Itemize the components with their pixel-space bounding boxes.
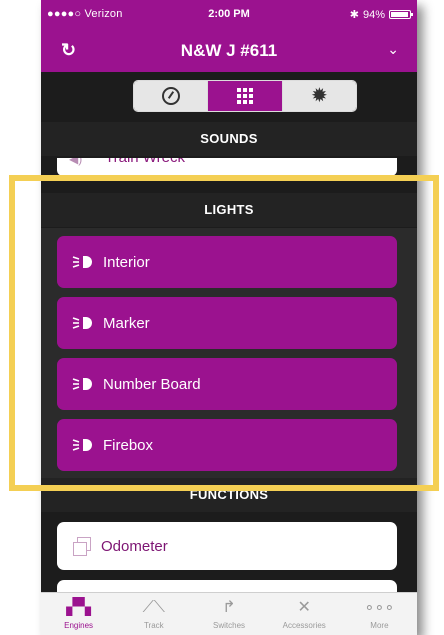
switch-icon: ↱ bbox=[222, 599, 236, 616]
tab-switches[interactable]: ↱ Switches bbox=[191, 593, 266, 635]
headlight-icon bbox=[72, 378, 92, 390]
light-button-interior[interactable]: Interior bbox=[57, 236, 397, 288]
segment-grid[interactable] bbox=[207, 81, 283, 111]
headlight-icon bbox=[72, 317, 92, 329]
headlight-icon bbox=[72, 256, 92, 268]
light-label: Number Board bbox=[103, 375, 201, 393]
gauge-icon bbox=[161, 87, 180, 105]
copy-icon bbox=[73, 537, 91, 556]
more-icon: ∘∘∘ bbox=[364, 599, 395, 616]
light-button-number-board[interactable]: Number Board bbox=[57, 358, 397, 410]
bluetooth-icon: ✱ bbox=[349, 9, 359, 21]
function-label: Odometer bbox=[101, 537, 168, 555]
tab-label: Accessories bbox=[282, 621, 326, 630]
view-segmented-control: ✹ bbox=[133, 80, 357, 112]
light-button-marker[interactable]: Marker bbox=[57, 297, 397, 349]
accessory-icon: ✕ bbox=[297, 599, 311, 616]
sound-item-label: Train Wreck bbox=[105, 158, 185, 166]
light-button-firebox[interactable]: Firebox bbox=[57, 419, 397, 471]
chevron-down-icon[interactable]: ⌄ bbox=[387, 41, 399, 58]
light-label: Marker bbox=[103, 314, 150, 332]
tab-label: Switches bbox=[213, 621, 246, 630]
gear-icon: ✹ bbox=[310, 85, 328, 107]
light-label: Interior bbox=[103, 253, 150, 271]
functions-header: FUNCTIONS bbox=[41, 478, 417, 512]
tab-track[interactable]: ⟋⟍ Track bbox=[116, 593, 191, 635]
battery-icon bbox=[389, 10, 413, 19]
tab-bar: ▞▚ Engines ⟋⟍ Track ↱ Switches ✕ Accesso… bbox=[41, 592, 417, 635]
tab-more[interactable]: ∘∘∘ More bbox=[342, 593, 417, 635]
tab-accessories[interactable]: ✕ Accessories bbox=[267, 593, 342, 635]
track-icon: ⟋⟍ bbox=[142, 599, 165, 616]
segment-gauge[interactable] bbox=[134, 81, 208, 111]
engine-title[interactable]: N&W J #611 bbox=[41, 41, 417, 61]
function-button-odometer[interactable]: Odometer bbox=[57, 522, 397, 570]
grid-icon bbox=[236, 88, 253, 104]
headlight-icon bbox=[72, 439, 92, 451]
sound-item-train-wreck[interactable]: ◀) Train Wreck bbox=[57, 158, 397, 176]
segment-settings[interactable]: ✹ bbox=[282, 81, 356, 111]
status-bar: ●●●●○ Verizon 2:00 PM ✱ 94% bbox=[41, 0, 417, 30]
nav-bar: ↻ N&W J #611 ⌄ bbox=[41, 30, 417, 72]
light-label: Firebox bbox=[103, 436, 154, 454]
tab-engines[interactable]: ▞▚ Engines bbox=[41, 593, 116, 635]
lights-header: LIGHTS bbox=[41, 193, 417, 227]
tab-label: Engines bbox=[64, 621, 94, 630]
engine-icon: ▞▚ bbox=[66, 599, 91, 616]
battery-indicator: ✱ 94% bbox=[349, 8, 413, 21]
tab-label: More bbox=[370, 621, 389, 630]
phone-screen: ●●●●○ Verizon 2:00 PM ✱ 94% ↻ N&W J #611… bbox=[41, 0, 417, 635]
sounds-header: SOUNDS bbox=[41, 122, 417, 156]
speaker-icon: ◀) bbox=[69, 158, 83, 166]
battery-percent: 94% bbox=[362, 8, 385, 21]
tab-label: Track bbox=[143, 621, 164, 630]
